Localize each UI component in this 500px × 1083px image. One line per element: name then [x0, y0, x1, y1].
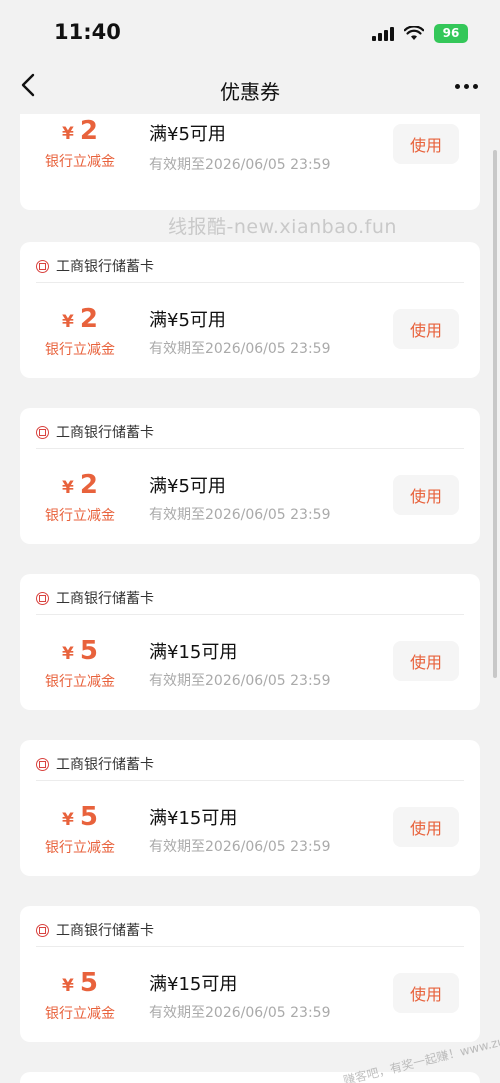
divider — [36, 448, 464, 449]
coupon-amount-block: ¥5 银行立减金 — [34, 636, 126, 691]
scrollbar[interactable] — [493, 150, 497, 678]
coupon-amount: ¥5 — [62, 802, 98, 832]
coupon-amount-label: 银行立减金 — [45, 840, 115, 856]
coupon-bank-name: 工商银行储蓄卡 — [56, 757, 154, 773]
use-coupon-button[interactable]: 使用 — [393, 973, 459, 1013]
coupon-validity: 有效期至2026/06/05 23:59 — [149, 1005, 331, 1021]
use-coupon-button[interactable]: 使用 — [393, 475, 459, 515]
more-button[interactable] — [455, 76, 478, 96]
status-time: 11:40 — [54, 20, 121, 44]
coupon-bank-header: 工商银行储蓄卡 — [36, 920, 154, 940]
icbc-logo-icon — [36, 259, 49, 273]
coupon-amount-block: ¥2 银行立减金 — [34, 304, 126, 359]
use-coupon-button[interactable]: 使用 — [393, 124, 459, 164]
coupon-card: 工商银行储蓄卡 ¥2 银行立减金 满¥5可用 有效期至2026/06/05 23… — [20, 408, 480, 544]
coupon-amount-block: ¥5 银行立减金 — [34, 802, 126, 857]
coupon-card: 工商银行储蓄卡 ¥5 银行立减金 满¥15可用 有效期至2026/06/05 2… — [20, 740, 480, 876]
coupon-amount-block: ¥2 银行立减金 — [34, 116, 126, 171]
coupon-bank-name: 工商银行储蓄卡 — [56, 425, 154, 441]
coupon-bank-header: 工商银行储蓄卡 — [36, 256, 154, 276]
coupon-amount: ¥5 — [62, 636, 98, 666]
coupon-threshold: 满¥15可用 — [149, 974, 238, 995]
coupon-card-partial — [20, 1072, 480, 1083]
status-icons: 96 — [372, 24, 468, 43]
coupon-card: ¥2 银行立减金 满¥5可用 有效期至2026/06/05 23:59 使用 — [20, 114, 480, 210]
icbc-logo-icon — [36, 923, 49, 937]
coupon-card: 工商银行储蓄卡 ¥2 银行立减金 满¥5可用 有效期至2026/06/05 23… — [20, 242, 480, 378]
coupon-amount-label: 银行立减金 — [45, 342, 115, 358]
coupon-amount-label: 银行立减金 — [45, 154, 115, 170]
coupon-amount-block: ¥2 银行立减金 — [34, 470, 126, 525]
use-coupon-button[interactable]: 使用 — [393, 807, 459, 847]
wifi-icon — [404, 26, 424, 40]
coupon-bank-name: 工商银行储蓄卡 — [56, 259, 154, 275]
coupon-bank-name: 工商银行储蓄卡 — [56, 591, 154, 607]
coupon-validity: 有效期至2026/06/05 23:59 — [149, 839, 331, 855]
page-title: 优惠券 — [220, 80, 280, 104]
icbc-logo-icon — [36, 757, 49, 771]
watermark: 线报酷-new.xianbao.fun — [168, 216, 397, 238]
status-bar: 11:40 96 — [0, 0, 500, 64]
coupon-amount-label: 银行立减金 — [45, 674, 115, 690]
signal-icon — [372, 26, 394, 41]
coupon-card: 工商银行储蓄卡 ¥5 银行立减金 满¥15可用 有效期至2026/06/05 2… — [20, 906, 480, 1042]
divider — [36, 282, 464, 283]
coupon-amount-label: 银行立减金 — [45, 508, 115, 524]
coupon-validity: 有效期至2026/06/05 23:59 — [149, 157, 331, 173]
coupon-amount: ¥5 — [62, 968, 98, 998]
coupon-bank-header: 工商银行储蓄卡 — [36, 754, 154, 774]
more-dots-icon — [455, 83, 460, 89]
coupon-amount: ¥2 — [62, 116, 98, 146]
coupon-threshold: 满¥15可用 — [149, 808, 238, 829]
use-coupon-button[interactable]: 使用 — [393, 309, 459, 349]
coupon-threshold: 满¥5可用 — [149, 310, 226, 331]
coupon-amount: ¥2 — [62, 470, 98, 500]
icbc-logo-icon — [36, 425, 49, 439]
divider — [36, 614, 464, 615]
divider — [36, 946, 464, 947]
icbc-logo-icon — [36, 591, 49, 605]
coupon-amount-label: 银行立减金 — [45, 1006, 115, 1022]
divider — [36, 780, 464, 781]
nav-bar: 优惠券 — [0, 64, 500, 114]
coupon-bank-name: 工商银行储蓄卡 — [56, 923, 154, 939]
use-coupon-button[interactable]: 使用 — [393, 641, 459, 681]
coupon-bank-header: 工商银行储蓄卡 — [36, 422, 154, 442]
coupon-bank-header: 工商银行储蓄卡 — [36, 588, 154, 608]
coupon-validity: 有效期至2026/06/05 23:59 — [149, 507, 331, 523]
battery-icon: 96 — [434, 24, 468, 43]
coupon-scroll-area[interactable]: ¥2 银行立减金 满¥5可用 有效期至2026/06/05 23:59 使用 工… — [0, 114, 500, 1083]
coupon-card: 工商银行储蓄卡 ¥5 银行立减金 满¥15可用 有效期至2026/06/05 2… — [20, 574, 480, 710]
coupon-threshold: 满¥5可用 — [149, 124, 226, 145]
coupon-validity: 有效期至2026/06/05 23:59 — [149, 673, 331, 689]
coupon-amount: ¥2 — [62, 304, 98, 334]
coupon-threshold: 满¥5可用 — [149, 476, 226, 497]
coupon-validity: 有效期至2026/06/05 23:59 — [149, 341, 331, 357]
coupon-threshold: 满¥15可用 — [149, 642, 238, 663]
coupon-amount-block: ¥5 银行立减金 — [34, 968, 126, 1023]
